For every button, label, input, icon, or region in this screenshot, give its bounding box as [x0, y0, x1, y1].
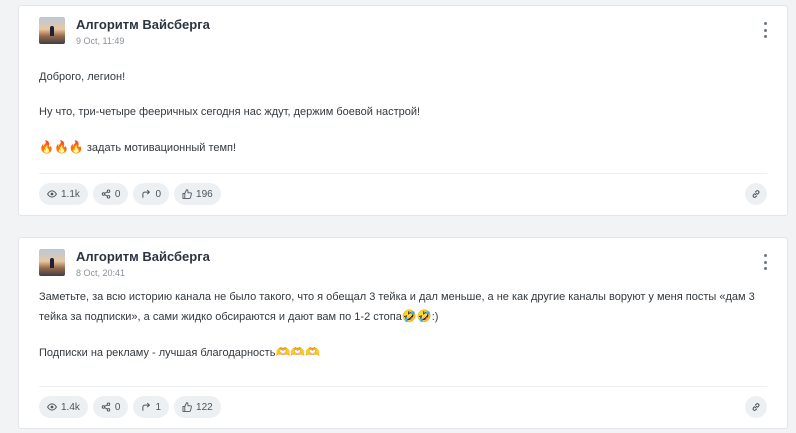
- eye-icon: [47, 403, 57, 411]
- shares-count: 0: [114, 401, 121, 413]
- post-stats: 1.4k 0 1 122: [39, 396, 767, 418]
- thumbs-up-icon: [182, 402, 192, 412]
- emoji-line-text: задать мотивационный темп!: [83, 142, 237, 154]
- views-counter[interactable]: 1.4k: [39, 396, 88, 418]
- post-date: 9 Oct, 11:49: [76, 36, 125, 46]
- eye-icon: [47, 190, 57, 198]
- likes-count: 122: [196, 401, 213, 413]
- views-counter[interactable]: 1.1k: [39, 183, 88, 205]
- heart-hands-emoji: 🫶🫶🫶: [275, 345, 321, 359]
- forwards-counter[interactable]: 1: [133, 396, 170, 418]
- share-icon: [101, 189, 111, 199]
- post-text: Заметьте, за всю историю канала не было …: [19, 282, 787, 363]
- post-card: Алгоритм Вайсберга 8 Oct, 20:41 Заметьте…: [18, 237, 788, 429]
- post-paragraph: Доброго, легион!: [39, 71, 126, 83]
- thumbs-up-icon: [182, 189, 192, 199]
- copy-link-button[interactable]: [745, 183, 767, 205]
- forwards-count: 0: [155, 188, 162, 200]
- shares-counter[interactable]: 0: [92, 183, 129, 205]
- channel-name[interactable]: Алгоритм Вайсберга: [76, 17, 210, 32]
- link-icon: [752, 190, 760, 198]
- likes-count: 196: [196, 188, 213, 200]
- more-vertical-icon[interactable]: [759, 22, 771, 38]
- forward-icon: [142, 402, 151, 411]
- divider: [39, 173, 767, 174]
- divider: [39, 386, 767, 387]
- post-paragraph: Ну что, три-четыре фееричных сегодня нас…: [39, 106, 421, 118]
- post-paragraph: 🔥🔥🔥 задать мотивационный темп!: [39, 138, 767, 158]
- post-header: Алгоритм Вайсберга 8 Oct, 20:41: [19, 238, 787, 282]
- post-paragraph: Подписки на рекламу - лучшая благодарнос…: [39, 343, 767, 363]
- channel-avatar[interactable]: [39, 249, 65, 276]
- post-header: Алгоритм Вайсберга 9 Oct, 11:49: [19, 6, 787, 50]
- shares-count: 0: [114, 188, 121, 200]
- post-paragraph-text: Заметьте, за всю историю канала не было …: [39, 291, 755, 323]
- channel-name[interactable]: Алгоритм Вайсберга: [76, 249, 210, 264]
- link-icon: [752, 403, 760, 411]
- views-count: 1.4k: [61, 401, 80, 413]
- forward-icon: [142, 189, 151, 198]
- shares-counter[interactable]: 0: [92, 396, 129, 418]
- views-count: 1.1k: [61, 188, 80, 200]
- forwards-count: 1: [155, 401, 162, 413]
- post-date: 8 Oct, 20:41: [76, 268, 126, 278]
- laughing-emoji: 🤣🤣: [401, 309, 432, 323]
- post-text: Доброго, легион! Ну что, три-четыре феер…: [19, 50, 787, 158]
- likes-counter[interactable]: 196: [174, 183, 221, 205]
- fire-emoji: 🔥🔥🔥: [39, 140, 84, 154]
- more-vertical-icon[interactable]: [759, 254, 771, 270]
- post-paragraph: Заметьте, за всю историю канала не было …: [39, 288, 767, 327]
- post-stats: 1.1k 0 0 196: [39, 183, 767, 205]
- emoji-line-text: Подписки на рекламу - лучшая благодарнос…: [39, 347, 276, 359]
- copy-link-button[interactable]: [745, 396, 767, 418]
- paragraph-tail-text: :): [431, 311, 439, 323]
- likes-counter[interactable]: 122: [174, 396, 221, 418]
- post-card: Алгоритм Вайсберга 9 Oct, 11:49 Доброго,…: [18, 5, 788, 216]
- forwards-counter[interactable]: 0: [133, 183, 170, 205]
- channel-avatar[interactable]: [39, 17, 65, 44]
- share-icon: [101, 402, 111, 412]
